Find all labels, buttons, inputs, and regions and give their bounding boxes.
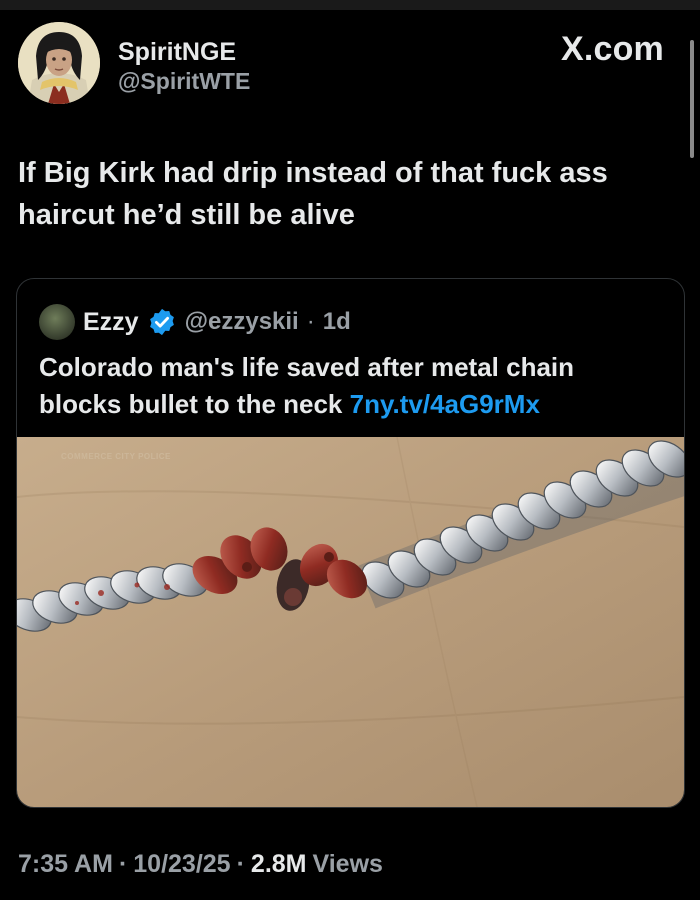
quoted-handle[interactable]: @ezzyskii <box>185 308 299 336</box>
quoted-media-image[interactable]: COMMERCE CITY POLICE <box>17 437 684 807</box>
x-com-brand: X.com <box>560 30 664 68</box>
tweet-text: If Big Kirk had drip instead of that fuc… <box>18 157 608 231</box>
quoted-tweet-card[interactable]: Ezzy @ezzyskii · 1d Colorado man's life … <box>16 278 685 808</box>
avatar-anime-character-icon <box>18 22 100 104</box>
quoted-timestamp[interactable]: 1d <box>323 308 351 336</box>
verified-badge-icon <box>149 308 174 336</box>
post-time[interactable]: 7:35 AM <box>18 850 113 879</box>
avatar[interactable] <box>18 22 100 104</box>
tweet-meta: 7:35 AM · 10/23/25 · 2.8M Views <box>18 850 383 879</box>
display-name[interactable]: SpiritNGE <box>118 38 250 66</box>
metal-chain-photo <box>17 437 684 807</box>
top-status-strip <box>0 0 700 10</box>
quoted-tweet-header: Ezzy @ezzyskii · 1d <box>39 304 351 340</box>
quoted-avatar[interactable] <box>39 304 75 340</box>
meta-separator: · <box>118 850 128 878</box>
user-handle[interactable]: @SpiritWTE <box>118 66 250 96</box>
meta-separator: · <box>236 850 245 878</box>
views-label: Views <box>312 850 383 878</box>
views-count: 2.8M <box>250 850 307 878</box>
media-watermark: COMMERCE CITY POLICE <box>61 452 171 461</box>
scrollbar[interactable] <box>690 40 694 158</box>
post-date[interactable]: 10/23/25 <box>133 850 230 879</box>
dot-separator: · <box>306 308 315 335</box>
quoted-tweet-text: Colorado man's life saved after metal ch… <box>39 349 659 423</box>
quoted-link[interactable]: 7ny.tv/4aG9rMx <box>350 389 540 419</box>
tweet-header: SpiritNGE @SpiritWTE X.com <box>18 22 682 112</box>
quoted-display-name[interactable]: Ezzy <box>83 308 139 337</box>
